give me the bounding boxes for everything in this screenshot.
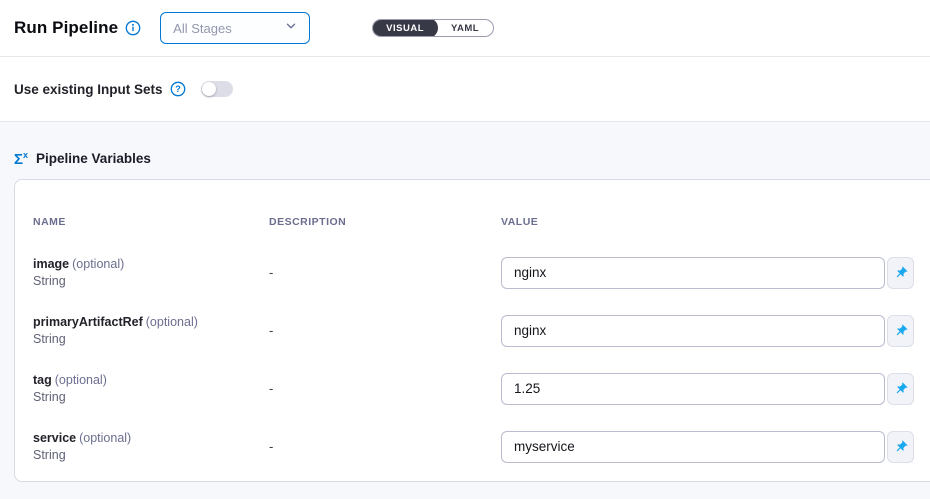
input-sets-toggle[interactable] <box>201 81 233 97</box>
section-title: Pipeline Variables <box>36 151 151 166</box>
variable-description: - <box>269 323 501 338</box>
variable-value-input[interactable] <box>501 373 885 405</box>
page-title: Run Pipeline <box>14 18 118 38</box>
stage-selector-dropdown[interactable]: All Stages <box>160 12 310 44</box>
variable-name: service <box>33 431 76 445</box>
variable-optional-tag: (optional) <box>146 315 198 329</box>
pin-variable-button[interactable] <box>887 431 914 463</box>
col-header-name: NAME <box>33 216 269 228</box>
table-row: image(optional) String - <box>33 255 930 287</box>
header-bar: Run Pipeline All Stages VISUAL YAML <box>0 0 930 57</box>
pin-variable-button[interactable] <box>887 315 914 347</box>
variable-description: - <box>269 381 501 396</box>
variable-value-input[interactable] <box>501 431 885 463</box>
variables-table: NAME DESCRIPTION VALUE image(optional) S… <box>15 180 930 481</box>
variable-name-cell: service(optional) String <box>33 429 269 464</box>
pin-icon <box>891 437 911 457</box>
variable-name: tag <box>33 373 52 387</box>
variable-description: - <box>269 265 501 280</box>
pin-variable-button[interactable] <box>887 373 914 405</box>
table-row: service(optional) String - <box>33 429 930 461</box>
sigma-variables-icon: Σx <box>14 151 28 167</box>
input-sets-row: Use existing Input Sets ? <box>0 57 930 122</box>
tab-yaml[interactable]: YAML <box>437 19 493 37</box>
table-row: tag(optional) String - <box>33 371 930 403</box>
variable-name-cell: primaryArtifactRef(optional) String <box>33 313 269 348</box>
variable-value-cell <box>501 315 930 347</box>
variable-name-cell: image(optional) String <box>33 255 269 290</box>
variable-optional-tag: (optional) <box>55 373 107 387</box>
table-row: primaryArtifactRef(optional) String - <box>33 313 930 345</box>
chevron-down-icon <box>285 19 297 37</box>
variable-value-input[interactable] <box>501 257 885 289</box>
svg-text:?: ? <box>175 84 181 94</box>
visual-yaml-toggle: VISUAL YAML <box>372 19 494 37</box>
section-head: Σx Pipeline Variables <box>14 150 930 167</box>
table-header-row: NAME DESCRIPTION VALUE <box>33 216 930 228</box>
col-header-value: VALUE <box>501 216 930 228</box>
table-body: image(optional) String - <box>33 255 930 461</box>
stage-selector-value: All Stages <box>173 21 232 36</box>
variable-type: String <box>33 331 269 348</box>
run-pipeline-form: Run Pipeline All Stages VISUAL YAML Use … <box>0 0 930 499</box>
variable-value-input[interactable] <box>501 315 885 347</box>
tab-visual[interactable]: VISUAL <box>372 19 438 37</box>
variable-name-cell: tag(optional) String <box>33 371 269 406</box>
pin-icon <box>891 379 911 399</box>
variable-value-cell <box>501 431 930 463</box>
pin-icon <box>891 321 911 341</box>
variable-type: String <box>33 273 269 290</box>
variable-optional-tag: (optional) <box>79 431 131 445</box>
variable-type: String <box>33 447 269 464</box>
help-icon[interactable]: ? <box>170 81 186 97</box>
toggle-knob <box>202 82 216 96</box>
variables-card: NAME DESCRIPTION VALUE image(optional) S… <box>14 179 930 482</box>
input-sets-label: Use existing Input Sets <box>14 82 163 97</box>
variable-value-cell <box>501 373 930 405</box>
pipeline-variables-section: Σx Pipeline Variables NAME DESCRIPTION V… <box>0 122 930 499</box>
variable-name: primaryArtifactRef <box>33 315 143 329</box>
variable-description: - <box>269 439 501 454</box>
variable-optional-tag: (optional) <box>72 257 124 271</box>
info-icon[interactable] <box>125 20 141 36</box>
pin-icon <box>891 263 911 283</box>
variable-value-cell <box>501 257 930 289</box>
variable-name: image <box>33 257 69 271</box>
col-header-description: DESCRIPTION <box>269 216 501 228</box>
variable-type: String <box>33 389 269 406</box>
pin-variable-button[interactable] <box>887 257 914 289</box>
